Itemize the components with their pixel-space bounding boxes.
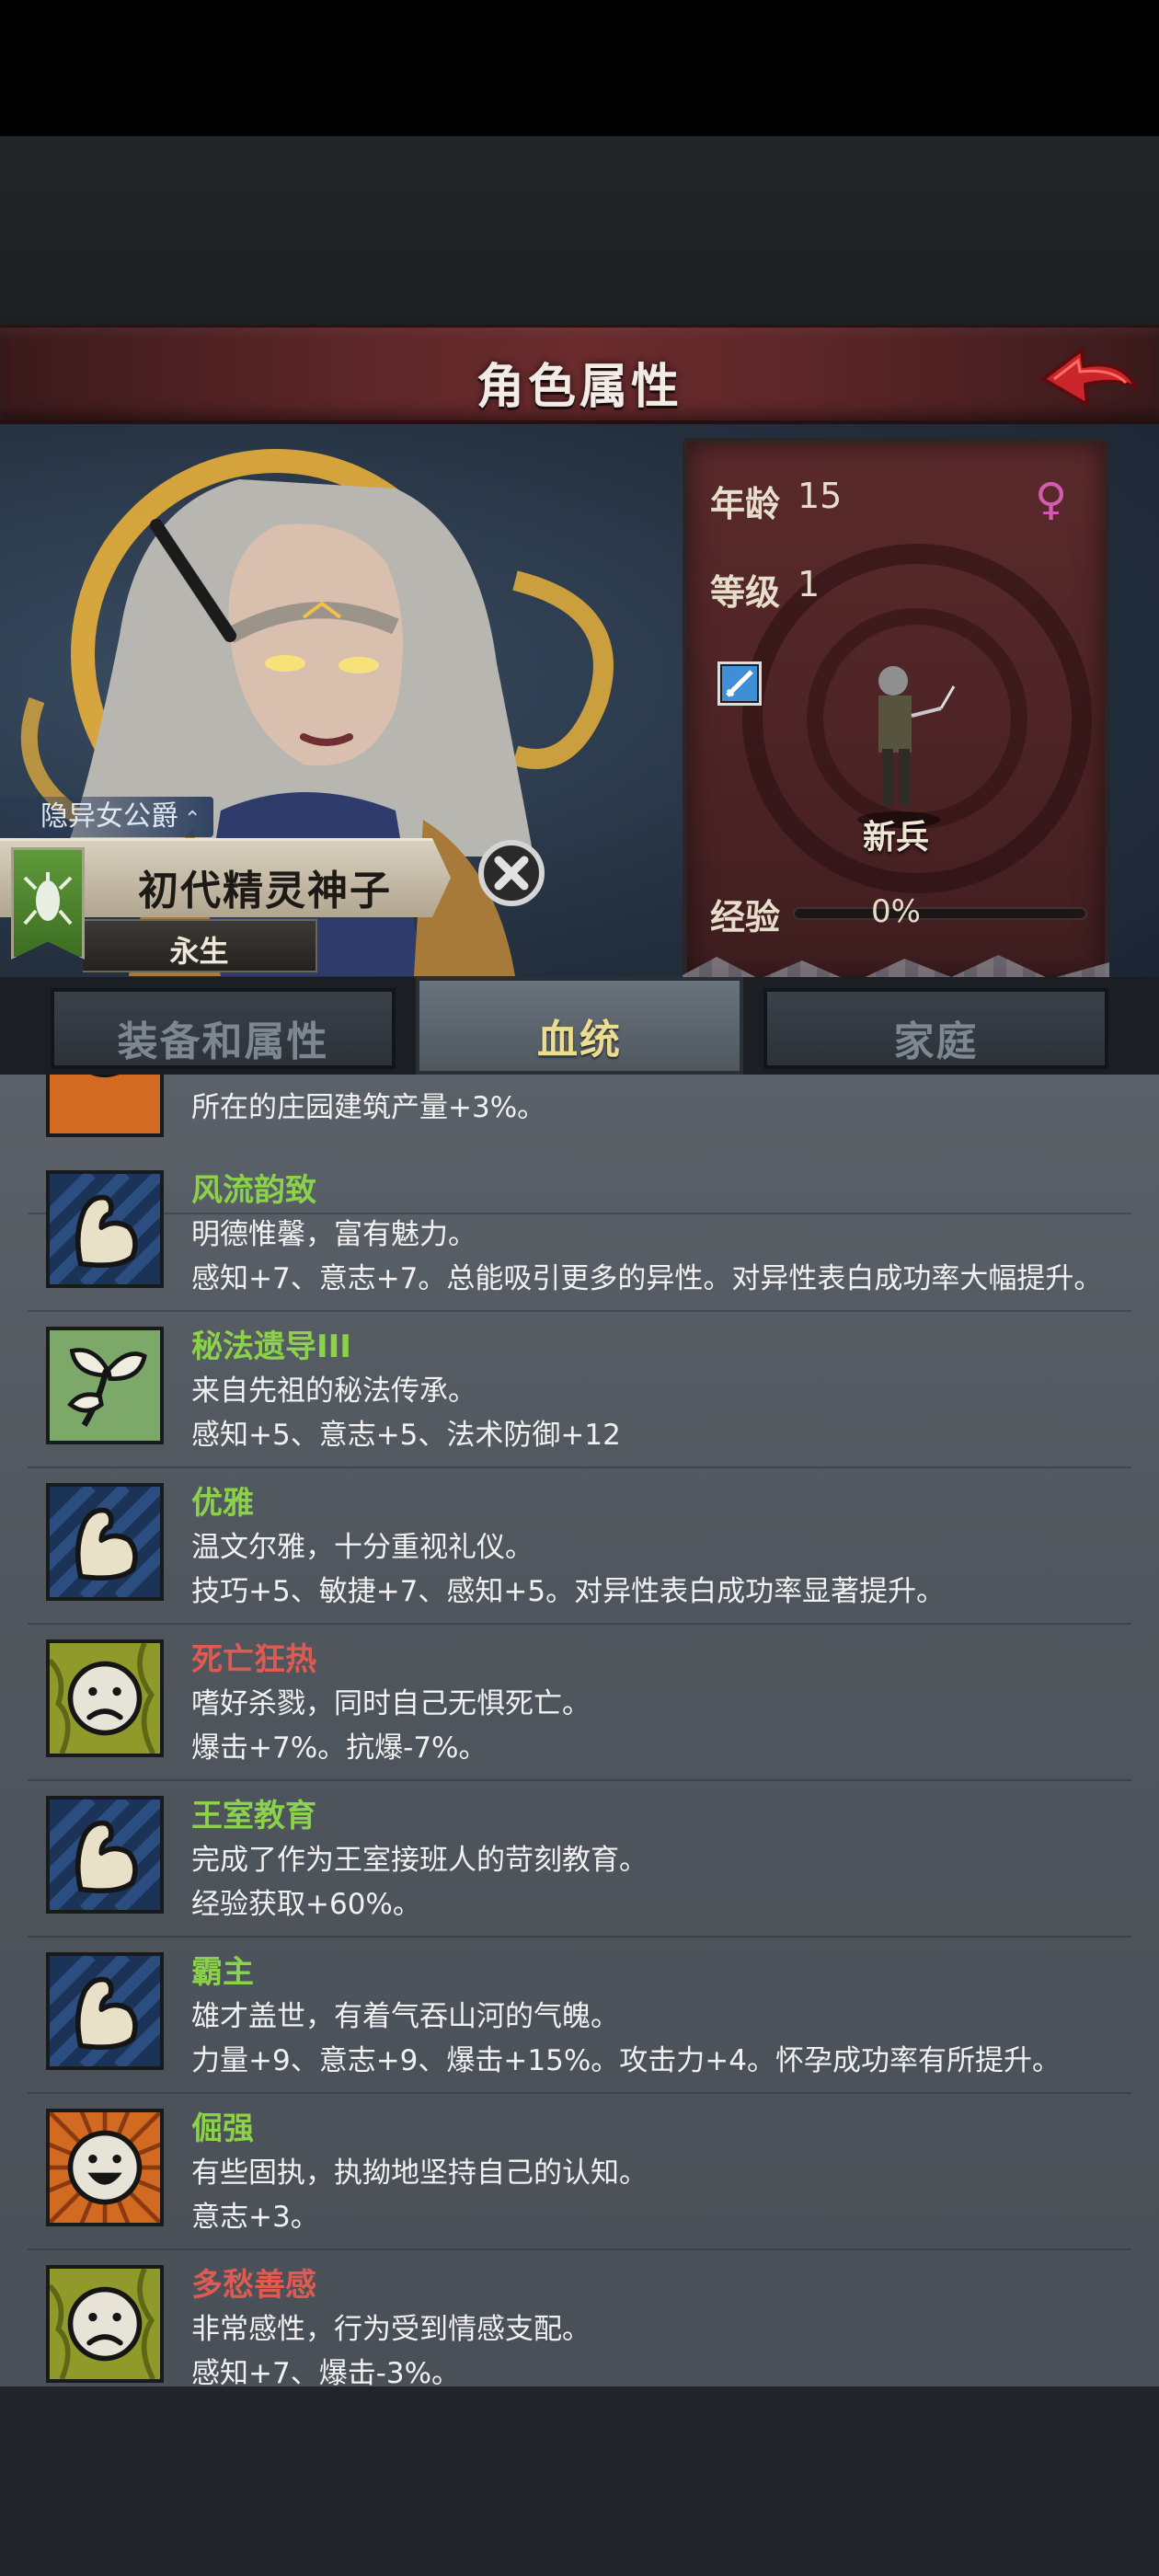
trait-description: 来自先祖的秘法传承。: [191, 1374, 476, 1408]
stats-panel: 年龄 15 ♀ 等级 1 新兵 经验 0%: [683, 438, 1109, 984]
trait-description: 嗜好杀戮，同时自己无惧死亡。: [191, 1687, 591, 1720]
female-gender-icon: ♀: [1035, 474, 1068, 525]
trait-name: 死亡狂热: [191, 1641, 316, 1678]
trait-name: 优雅: [191, 1485, 254, 1522]
chevron-up-icon: ⌃: [184, 808, 201, 831]
age-value: 15: [798, 476, 843, 516]
tab-label: 装备和属性: [117, 1018, 329, 1065]
title-bar: 角色属性: [0, 325, 1159, 424]
trait-effect: 力量+9、意志+9、爆击+15%。攻击力+4。怀孕成功率有所提升。: [191, 2044, 1061, 2077]
trait-description: 非常感性，行为受到情感支配。: [191, 2313, 591, 2346]
tab-label: 血统: [537, 1017, 622, 1064]
noble-title[interactable]: 隐异女公爵 ⌃: [0, 797, 214, 837]
trait-row[interactable]: 死亡狂热嗜好杀戮，同时自己无惧死亡。 爆击+7%。抗爆-7%。: [28, 1623, 1131, 1781]
trait-description: 温文尔雅，十分重视礼仪。: [191, 1531, 534, 1564]
trait-effect: 意志+3。: [191, 2201, 319, 2234]
trait-description: 完成了作为王室接班人的苛刻教育。: [191, 1844, 648, 1877]
back-arrow-icon: [1041, 348, 1139, 407]
trait-effect: 感知+7、意志+7。总能吸引更多的异性。对异性表白成功率大幅提升。: [191, 1262, 1103, 1295]
tab-label: 家庭: [893, 1018, 979, 1065]
experience-bar: [793, 907, 1087, 920]
close-icon[interactable]: [478, 840, 545, 906]
trait-description: 明德惟馨，富有魅力。: [191, 1218, 476, 1251]
race-plate: 永生: [83, 919, 317, 972]
trait-name: 秘法遗导III: [191, 1328, 351, 1365]
trait-effect: 爆击+7%。抗爆-7%。: [191, 1731, 488, 1765]
trait-row[interactable]: 霸主雄才盖世，有着气吞山河的气魄。力量+9、意志+9、爆击+15%。攻击力+4。…: [28, 1936, 1131, 2094]
tab-equipment-attributes[interactable]: 装备和属性: [51, 988, 396, 1069]
character-hero: 隐异女公爵 ⌃ 初代精灵神子 永生 年龄 15 ♀ 等级 1 新兵 经验 0%: [0, 424, 1159, 1055]
trait-effect: 感知+5、意志+5、法术防御+12: [191, 1419, 621, 1452]
flexed-arm-icon: [46, 1796, 164, 1914]
race-label: 永生: [169, 934, 229, 969]
trait-name: 霸主: [191, 1954, 254, 1991]
unit-sprite: [857, 666, 956, 828]
sun-icon: [46, 1075, 164, 1137]
trait-row[interactable]: 优雅温文尔雅，十分重视礼仪。技巧+5、敏捷+7、感知+5。对异性表白成功率显著提…: [28, 1466, 1131, 1625]
top-band: [0, 136, 1159, 325]
trait-effect: 感知+7、爆击-3%。: [191, 2357, 461, 2386]
experience-label: 经验: [710, 897, 781, 937]
trait-effect: 经验获取+60%。: [191, 1888, 421, 1921]
trait-effect: 技巧+5、敏捷+7、感知+5。对异性表白成功率显著提升。: [191, 1575, 946, 1608]
trait-name: 倔强: [191, 2110, 254, 2147]
back-button[interactable]: [1034, 340, 1144, 414]
tab-bloodline[interactable]: 血统: [416, 977, 743, 1075]
flexed-arm-icon: [46, 1483, 164, 1601]
level-value: 1: [798, 564, 820, 604]
status-bar: [0, 0, 1159, 136]
character-name: 初代精灵神子: [138, 868, 392, 914]
trait-description: 有些固执，执拗地坚持自己的认知。: [191, 2156, 648, 2190]
trait-name: 风流韵致: [191, 1172, 316, 1209]
trait-row[interactable]: 多愁善感非常感性，行为受到情感支配。感知+7、爆击-3%。: [28, 2248, 1131, 2386]
sad-face-icon: [46, 1639, 164, 1757]
trait-list[interactable]: 所在的庄园建筑产量+3%。风流韵致明德惟馨，富有魅力。感知+7、意志+7。总能吸…: [0, 1075, 1159, 2386]
unit-name: 新兵: [862, 819, 929, 857]
page-title: 角色属性: [476, 360, 683, 415]
age-label: 年龄: [710, 484, 781, 524]
experience-percent: 0%: [871, 893, 921, 930]
flexed-arm-icon: [46, 1952, 164, 2070]
flexed-arm-icon: [46, 1170, 164, 1288]
happy-face-icon: [46, 2109, 164, 2226]
trait-name: 王室教育: [191, 1798, 316, 1834]
trait-row[interactable]: 秘法遗导III 来自先祖的秘法传承。感知+5、意志+5、法术防御+12: [28, 1310, 1131, 1468]
sword-skill-icon[interactable]: [717, 661, 762, 706]
noble-title-label: 隐异女公爵: [40, 800, 178, 833]
trait-description: 雄才盖世，有着气吞山河的气魄。: [191, 2000, 619, 2033]
trait-effect: 所在的庄园建筑产量+3%。: [191, 1091, 546, 1124]
sad-face-icon: [46, 2265, 164, 2383]
level-label: 等级: [710, 572, 781, 613]
bottom-nav-area: [0, 2386, 1159, 2576]
trait-row[interactable]: 王室教育完成了作为王室接班人的苛刻教育。 经验获取+60%。: [28, 1779, 1131, 1938]
tab-family[interactable]: 家庭: [763, 988, 1108, 1069]
trait-row[interactable]: 倔强有些固执，执拗地坚持自己的认知。 意志+3。: [28, 2092, 1131, 2250]
trait-name: 多愁善感: [191, 2267, 316, 2304]
tab-bar: 装备和属性 血统 家庭: [0, 977, 1159, 1075]
sprout-icon: [46, 1327, 164, 1444]
trait-row[interactable]: 风流韵致明德惟馨，富有魅力。感知+7、意志+7。总能吸引更多的异性。对异性表白成…: [28, 1154, 1131, 1312]
